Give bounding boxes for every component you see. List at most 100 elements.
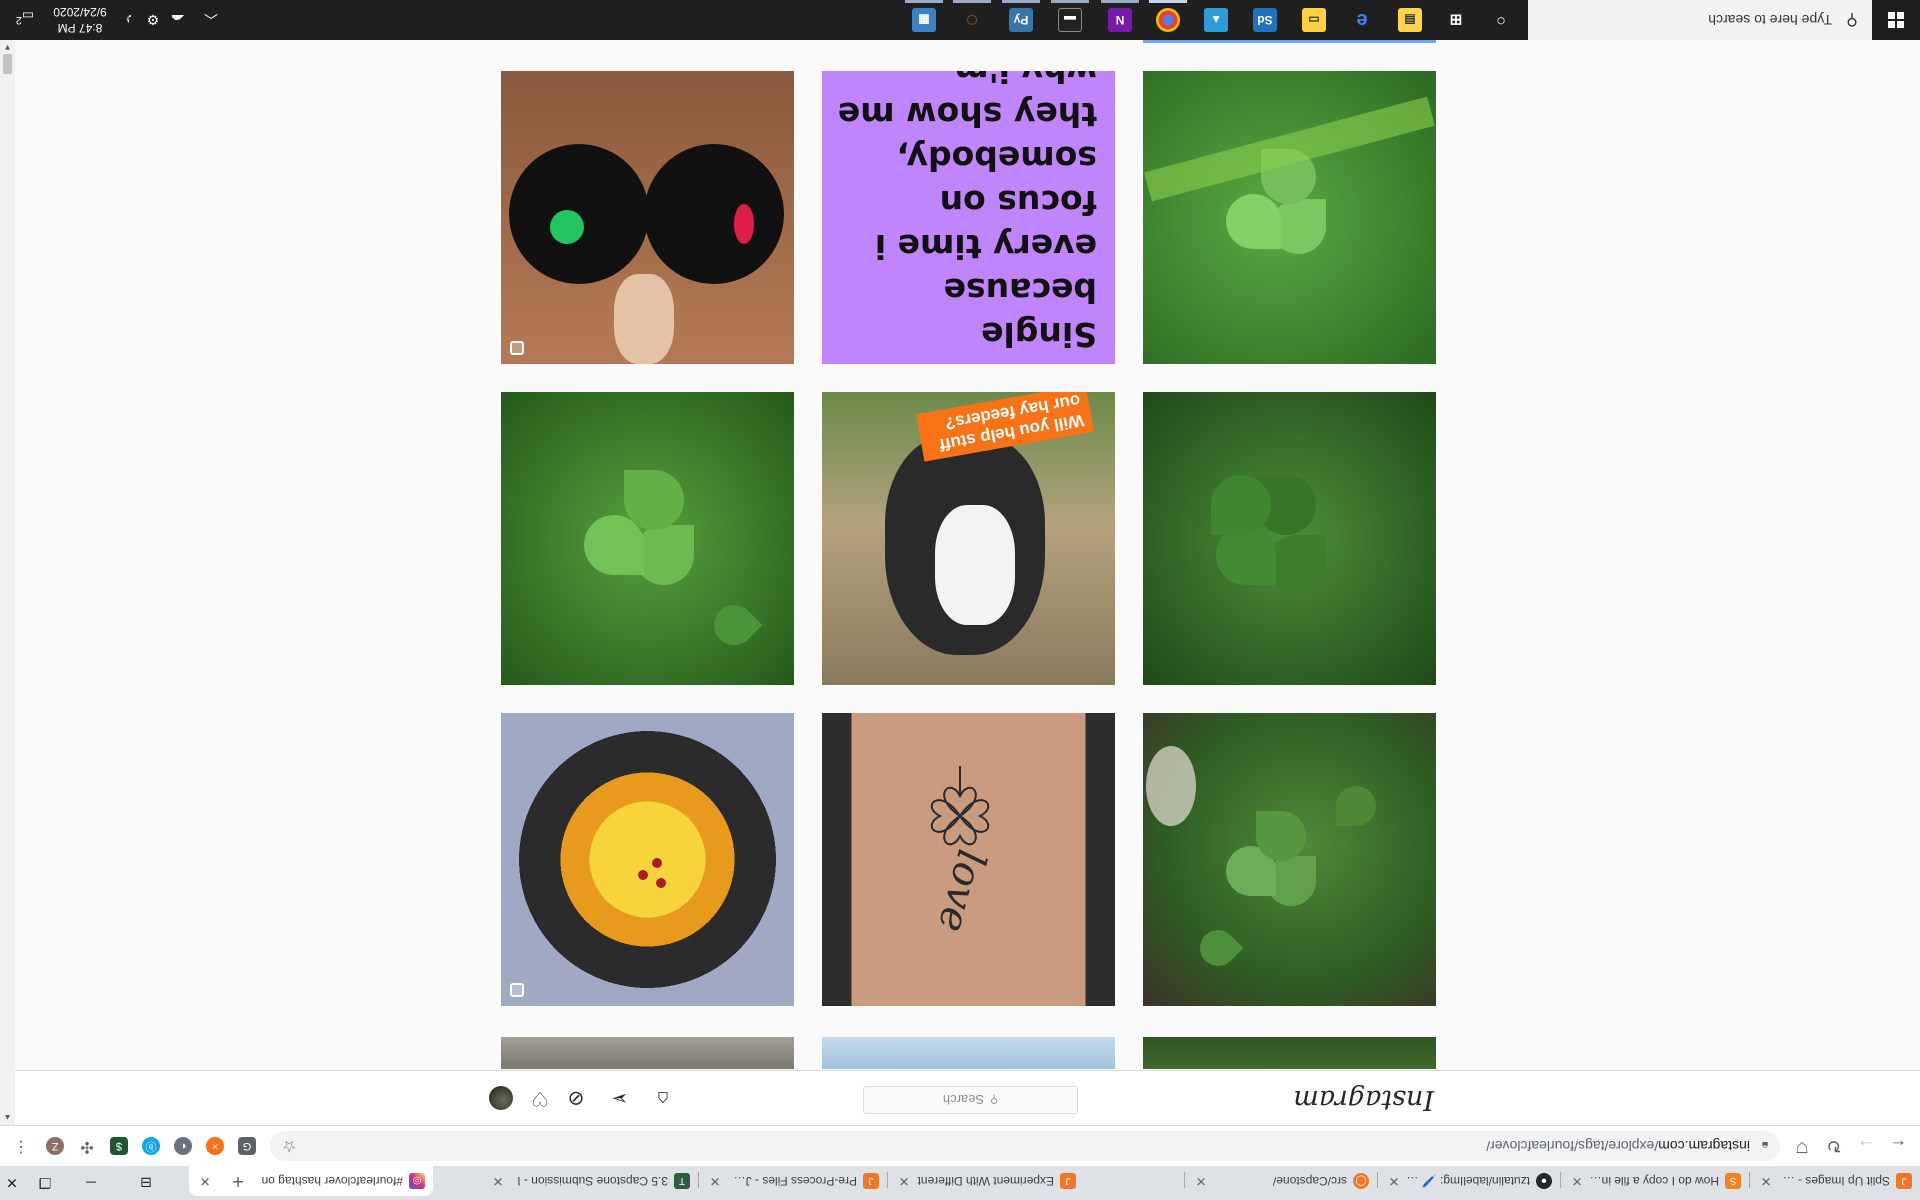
bookmark-star-icon[interactable]: ☆ [282, 1136, 296, 1156]
post-clover-grass[interactable] [1143, 71, 1436, 364]
close-icon[interactable]: ✕ [197, 1173, 213, 1189]
tab-title: tzutalin/labelImg: 🖊️ Label [1406, 1174, 1530, 1188]
jupyter-icon: J [863, 1173, 879, 1189]
extension-icon[interactable]: ⓑ [142, 1137, 160, 1155]
home-icon[interactable]: ⌂ [651, 1086, 675, 1110]
file-explorer-icon[interactable]: ▤ [1398, 8, 1422, 32]
task-view-icon[interactable]: ⊞ [1444, 8, 1468, 32]
close-icon[interactable]: ✕ [1569, 1173, 1585, 1189]
close-icon[interactable]: ✕ [490, 1173, 506, 1189]
close-icon[interactable]: ✕ [1193, 1173, 1209, 1189]
post-clover-tattoo[interactable]: love [822, 713, 1115, 1006]
post-thumbnail[interactable] [501, 1037, 794, 1069]
active-app-indicator [953, 0, 991, 3]
scroll-down-arrow[interactable]: ▼ [0, 40, 15, 55]
chevron-up-icon[interactable]: ︿ [201, 10, 221, 30]
post-goat[interactable]: Will you help stuff our hay feeders? [822, 392, 1115, 685]
profile-avatar[interactable] [489, 1086, 513, 1110]
post-thumbnail[interactable] [1143, 1037, 1436, 1069]
chrome-icon[interactable] [1156, 8, 1180, 32]
back-button[interactable]: ← [1884, 1132, 1912, 1160]
network-icon[interactable]: ⚙ [143, 10, 163, 30]
notification-center-icon[interactable]: ▭2 [14, 9, 36, 30]
onedrive-icon[interactable]: ☁ [168, 10, 188, 30]
post-hats[interactable] [501, 71, 794, 364]
onenote-icon[interactable]: N [1108, 8, 1132, 32]
post-thumbnail[interactable] [822, 1037, 1115, 1069]
close-window-button[interactable]: ✕ [0, 1166, 24, 1200]
extension-icon[interactable]: G [238, 1137, 256, 1155]
tab-src-capstone[interactable]: ◯ src/Capstone/ ✕ [1185, 1166, 1377, 1196]
taskbar-clock[interactable]: 8:47 PM 9/24/2020 [45, 4, 115, 36]
tab-capstone-submission[interactable]: T 3.5 Capstone Submission - I ✕ [482, 1166, 698, 1196]
close-icon[interactable]: ✕ [1758, 1173, 1774, 1189]
url-text[interactable]: instagram.com/explore/tags/fourleafclove… [1486, 1138, 1750, 1154]
active-app-indicator [1002, 0, 1040, 3]
search-icon: ⚲ [1846, 11, 1858, 28]
address-bar[interactable]: 🔒︎ instagram.com/explore/tags/fourleafcl… [270, 1131, 1780, 1161]
reload-button[interactable]: ↻ [1820, 1132, 1848, 1160]
photos-icon[interactable]: ▲ [1204, 8, 1228, 32]
scroll-thumb[interactable] [3, 54, 12, 74]
menu-kebab-icon[interactable]: ⋮ [12, 1137, 30, 1155]
tab-title: Experiment With Different [917, 1174, 1055, 1188]
post-clover-patch-dirt[interactable] [1143, 713, 1436, 1006]
app-icon[interactable]: ▦ [912, 8, 936, 32]
close-icon[interactable]: ✕ [707, 1173, 723, 1189]
tab-copy-file-python[interactable]: S How do I copy a file in Pyth ✕ [1561, 1166, 1749, 1196]
extension-icon[interactable]: × [206, 1137, 224, 1155]
post-clover-sunlit[interactable] [501, 392, 794, 685]
start-button[interactable] [1872, 0, 1920, 40]
tab-search-icon[interactable]: ⊟ [118, 1166, 174, 1200]
scrollbar[interactable]: ▲ ▼ [0, 40, 15, 1125]
taskbar-search-box[interactable]: ⚲ Type here to search [1528, 0, 1872, 40]
active-app-indicator [1051, 0, 1089, 3]
tab-separator [887, 1172, 888, 1188]
extension-icon[interactable]: $ [110, 1137, 128, 1155]
tab-separator [1377, 1172, 1378, 1188]
edge-icon[interactable]: e [1350, 8, 1374, 32]
active-app-indicator [905, 0, 943, 3]
pocket-icon[interactable]: ⛉ [1788, 1132, 1816, 1160]
notification-count: 2 [15, 14, 22, 26]
terminal-icon[interactable]: ▬ [1058, 8, 1082, 32]
multiple-photos-icon [510, 341, 524, 355]
post-cake[interactable] [501, 713, 794, 1006]
cortana-icon[interactable]: ○ [1489, 8, 1513, 32]
restore-button[interactable]: ❐ [22, 1166, 68, 1200]
post-thumbnail[interactable] [1143, 40, 1436, 43]
close-icon[interactable]: ✕ [896, 1173, 912, 1189]
extensions-puzzle-icon[interactable]: ✣ [78, 1137, 96, 1155]
scroll-up-arrow[interactable]: ▲ [0, 1110, 15, 1125]
tab-labelimg-github[interactable]: ● tzutalin/labelImg: 🖊️ Label ✕ [1378, 1166, 1560, 1196]
extension-icon[interactable]: ◐ [174, 1137, 192, 1155]
minimize-button[interactable]: ─ [68, 1166, 114, 1200]
direct-messages-icon[interactable]: ➢ [608, 1086, 632, 1110]
tab-title: Pre-Process Files - Jupyter [727, 1174, 857, 1188]
post-clover-leaves[interactable] [1143, 392, 1436, 685]
tab-split-up-images[interactable]: J Split Up Images - Jupyter N ✕ [1750, 1166, 1920, 1196]
activity-heart-icon[interactable]: ♡ [528, 1086, 552, 1110]
tab-pre-process-files[interactable]: J Pre-Process Files - Jupyter ✕ [699, 1166, 887, 1196]
jupyter-icon[interactable]: ◌ [960, 8, 984, 32]
profile-avatar[interactable]: Z [46, 1137, 64, 1155]
windows-logo-icon [1888, 12, 1904, 28]
search-input[interactable]: ⚲ Search [863, 1086, 1078, 1114]
github-icon: ● [1536, 1173, 1552, 1189]
instagram-logo[interactable]: Instagram [1293, 1084, 1434, 1115]
jupyter-icon: J [1060, 1173, 1076, 1189]
app-icon-sd[interactable]: Sd [1253, 8, 1277, 32]
url-path: /explore/tags/fourleafclover/ [1486, 1138, 1659, 1154]
explore-compass-icon[interactable]: ⊘ [564, 1086, 588, 1110]
folder-icon[interactable]: ▭ [1302, 8, 1326, 32]
python-icon[interactable]: Py [1009, 8, 1033, 32]
lock-icon[interactable]: 🔒︎ [1750, 1139, 1780, 1154]
new-tab-button[interactable]: + [226, 1168, 250, 1192]
post-text-quote[interactable]: Single because every time i focus on som… [822, 71, 1115, 364]
instagram-icon: ◎ [409, 1173, 425, 1189]
forward-button[interactable]: → [1852, 1132, 1880, 1160]
close-icon[interactable]: ✕ [1386, 1173, 1402, 1189]
tab-experiment-different[interactable]: J Experiment With Different ✕ [888, 1166, 1084, 1196]
multiple-photos-icon [510, 983, 524, 997]
volume-icon[interactable]: ♪ [119, 10, 139, 30]
